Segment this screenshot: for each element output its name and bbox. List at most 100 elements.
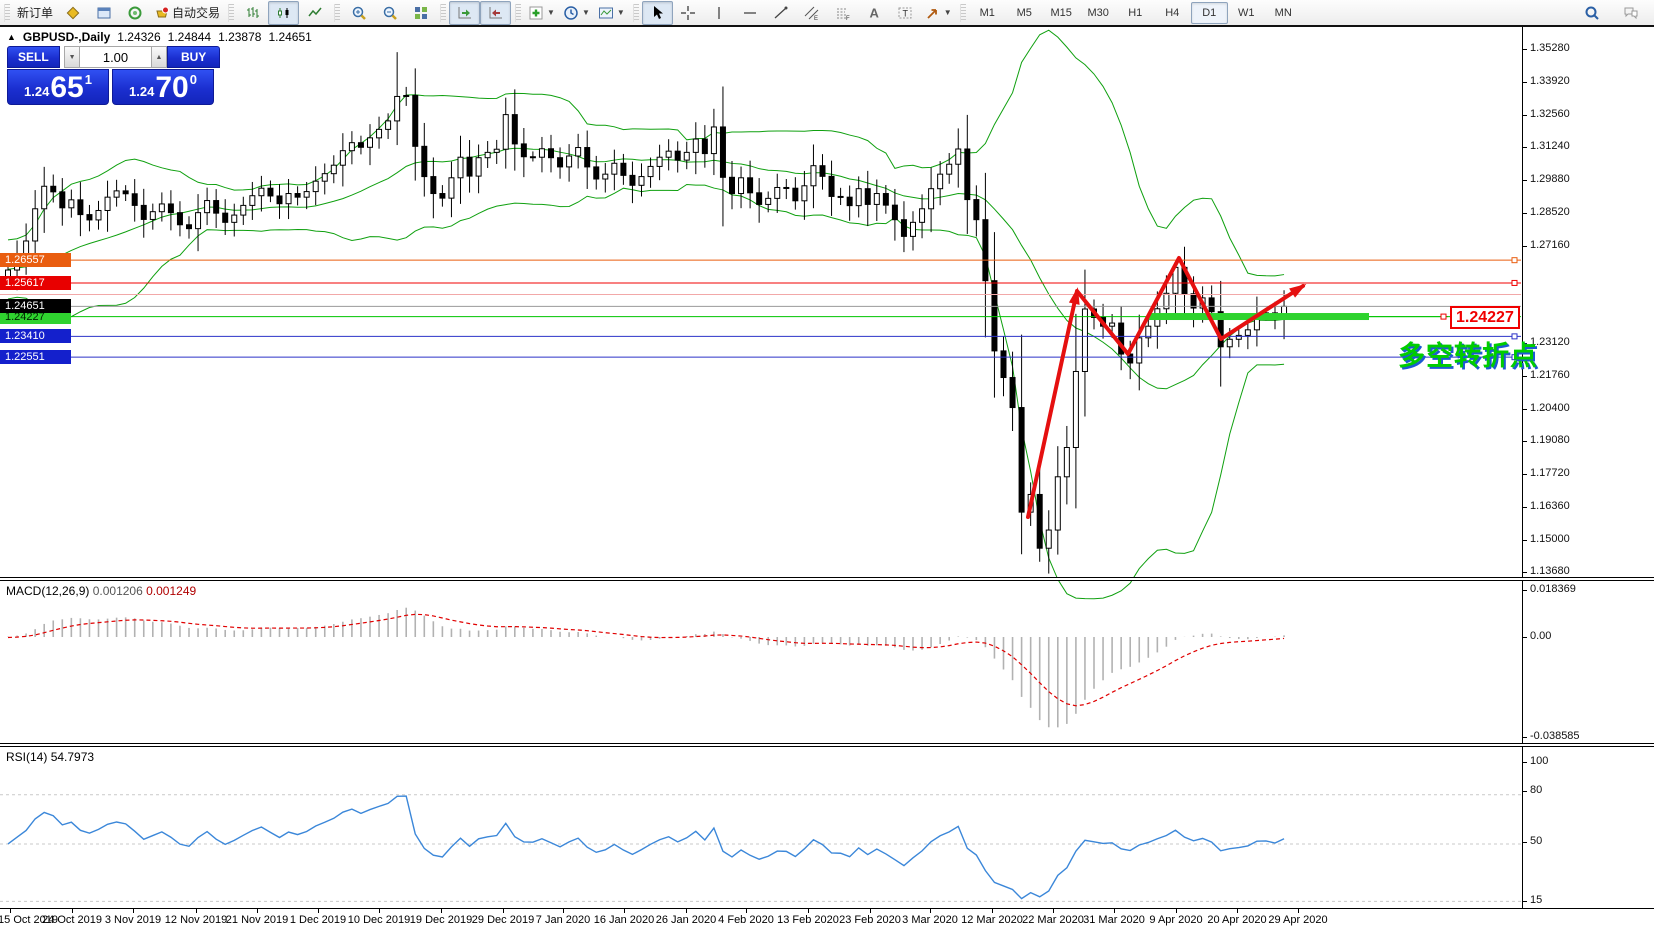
candle-body: [811, 166, 816, 186]
candle-body: [259, 188, 264, 196]
candle-body: [956, 149, 961, 164]
date-label: 19 Dec 2019: [410, 914, 472, 926]
date-tick: [1237, 909, 1238, 913]
line-handle[interactable]: [1, 258, 6, 263]
date-tick: [133, 909, 134, 913]
candle-body: [286, 194, 291, 204]
candle-body: [1245, 330, 1250, 336]
candle-body: [87, 215, 92, 220]
rsi-line: [8, 796, 1284, 899]
date-tick: [379, 909, 380, 913]
line-handle[interactable]: [1, 355, 6, 360]
candle-body: [458, 157, 463, 178]
macd-label: MACD(12,26,9) 0.001206 0.001249: [6, 584, 196, 598]
date-label: 20 Apr 2020: [1207, 914, 1266, 926]
date-label: 12 Mar 2020: [961, 914, 1023, 926]
callout-handle[interactable]: [1441, 314, 1446, 319]
candle-body: [1073, 371, 1078, 447]
date-label: 29 Apr 2020: [1268, 914, 1327, 926]
candle-body: [594, 167, 599, 179]
date-axis[interactable]: 15 Oct 201924 Oct 20193 Nov 201912 Nov 2…: [0, 908, 1654, 943]
date-label: 13 Feb 2020: [777, 914, 839, 926]
candle-body: [413, 95, 418, 146]
volume-input[interactable]: 1.00: [80, 46, 150, 68]
volume-decrease-button[interactable]: ▼: [64, 46, 81, 68]
candle-body: [386, 121, 391, 129]
candle-body: [720, 127, 725, 177]
candle-body: [232, 215, 237, 222]
volume-increase-button[interactable]: ▲: [151, 46, 168, 68]
candle-body: [938, 174, 943, 189]
price-callout-1.24227[interactable]: 1.24227: [1450, 306, 1520, 329]
candle-body: [576, 148, 581, 156]
line-handle[interactable]: [1512, 280, 1517, 285]
candle-body: [159, 204, 164, 212]
date-tick: [686, 909, 687, 913]
candle-body: [168, 204, 173, 213]
date-label: 29 Dec 2019: [472, 914, 534, 926]
candle-body: [883, 194, 888, 206]
candle-body: [693, 139, 698, 152]
candle-body: [666, 151, 671, 157]
candle-body: [105, 197, 110, 210]
buy-price-sup: 0: [190, 72, 197, 87]
candle-body: [612, 163, 617, 174]
candle-body: [196, 213, 201, 229]
date-tick: [441, 909, 442, 913]
candle-body: [15, 256, 20, 270]
pivot-annotation-text[interactable]: 多空转折点: [1398, 334, 1538, 373]
sell-button[interactable]: SELL: [7, 46, 60, 68]
candle-body: [422, 146, 427, 176]
buy-price-display[interactable]: 1.24 70 0: [112, 69, 214, 105]
candle-body: [177, 213, 182, 225]
candle-body: [60, 192, 65, 208]
candle-body: [539, 149, 544, 157]
ohlc-low: 1.23878: [218, 30, 261, 44]
candle-body: [331, 165, 336, 173]
candle-body: [51, 186, 56, 192]
candle-body: [503, 115, 508, 150]
candle-body: [549, 149, 554, 158]
ohlc-high: 1.24844: [168, 30, 211, 44]
line-handle[interactable]: [1, 280, 6, 285]
candle-body: [1046, 530, 1051, 548]
candle-body: [440, 194, 445, 199]
date-tick: [624, 909, 625, 913]
candle-body: [983, 220, 988, 281]
candle-body: [268, 188, 273, 196]
date-label: 3 Nov 2019: [105, 914, 161, 926]
candle-body: [1019, 408, 1024, 513]
rsi-panel-separator[interactable]: [0, 743, 1654, 747]
line-handle[interactable]: [1512, 258, 1517, 263]
candle-body: [965, 149, 970, 200]
candle-body: [322, 174, 327, 182]
bollinger-band-line: [8, 148, 1284, 389]
macd-panel-separator[interactable]: [0, 577, 1654, 581]
sell-price-display[interactable]: 1.24 65 1: [7, 69, 109, 105]
buy-button[interactable]: BUY: [167, 46, 220, 68]
bollinger-band-line: [8, 184, 1284, 598]
collapse-icon[interactable]: ▲: [7, 32, 16, 42]
line-handle[interactable]: [1, 314, 6, 319]
candle-body: [838, 196, 843, 197]
chart-area[interactable]: [0, 0, 1654, 943]
candle-body: [793, 188, 798, 201]
candle-body: [295, 194, 300, 198]
date-label: 23 Feb 2020: [839, 914, 901, 926]
line-handle[interactable]: [1, 334, 6, 339]
date-tick: [1176, 909, 1177, 913]
candle-body: [630, 175, 635, 185]
sell-price-big: 65: [50, 74, 83, 102]
date-label: 7 Jan 2020: [536, 914, 590, 926]
candle-body: [24, 241, 29, 256]
candle-body: [530, 157, 535, 158]
candle-body: [911, 222, 916, 236]
candle-body: [974, 200, 979, 220]
candle-body: [1209, 298, 1214, 312]
candle-body: [114, 191, 119, 197]
date-label: 3 Mar 2020: [902, 914, 958, 926]
date-tick: [746, 909, 747, 913]
candle-body: [476, 158, 481, 176]
candle-body: [856, 189, 861, 206]
candle-body: [123, 191, 128, 194]
